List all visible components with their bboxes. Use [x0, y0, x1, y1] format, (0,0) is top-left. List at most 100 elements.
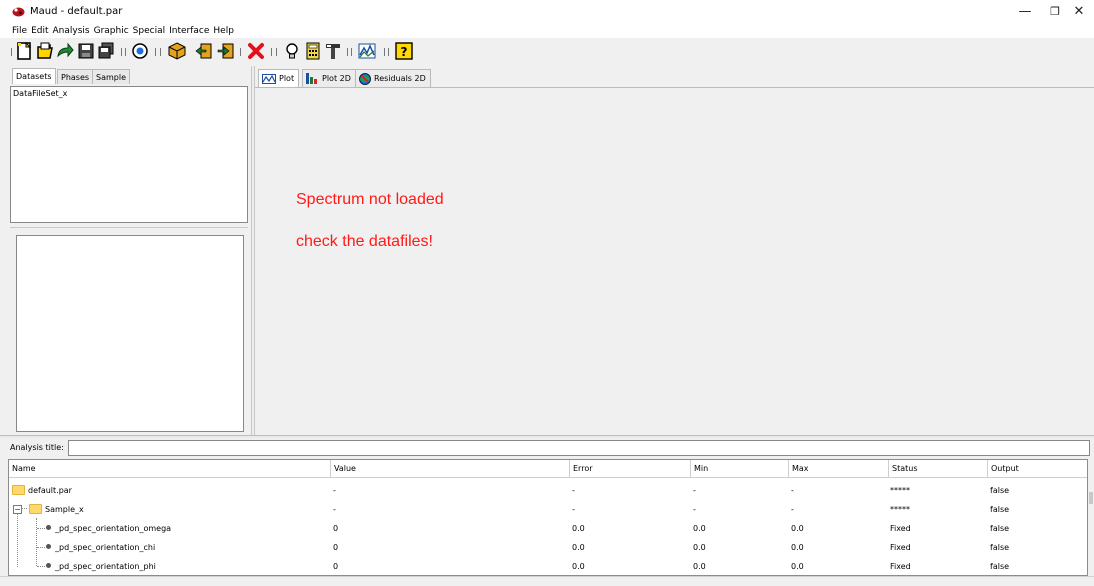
value-cell[interactable]: 0: [333, 538, 338, 557]
parameter-bullet-icon: [46, 544, 51, 549]
error-cell: -: [572, 486, 575, 495]
list-item[interactable]: DataFileSet_x: [13, 89, 67, 98]
table-row[interactable]: _pd_spec_orientation_chi 0 0.0 0.0 0.0 F…: [9, 538, 1087, 557]
radio-target-icon[interactable]: [131, 42, 149, 60]
name-cell: default.par: [12, 481, 72, 500]
tab-datasets[interactable]: Datasets: [12, 68, 56, 84]
datasets-list: DataFileSet_x: [10, 86, 248, 223]
status-cell[interactable]: Fixed: [890, 538, 911, 557]
menu-special[interactable]: Special: [131, 24, 167, 38]
output-cell[interactable]: false: [990, 519, 1009, 538]
table-row[interactable]: _pd_spec_orientation_omega 0 0.0 0.0 0.0…: [9, 519, 1087, 538]
tab-plot-2d[interactable]: Plot 2D: [302, 69, 356, 87]
name-cell: _pd_spec_orientation_chi: [46, 538, 155, 557]
max-cell[interactable]: 0.0: [791, 557, 804, 575]
name-cell: _pd_spec_orientation_phi: [46, 557, 156, 575]
new-file-icon[interactable]: [15, 42, 33, 60]
menu-edit[interactable]: Edit: [29, 24, 50, 38]
tab-residuals-2d[interactable]: Residuals 2D: [355, 69, 431, 87]
bar-chart-icon: [306, 73, 317, 84]
menu-help[interactable]: Help: [211, 24, 236, 38]
min-cell[interactable]: 0.0: [693, 538, 706, 557]
row-name: default.par: [28, 486, 72, 495]
tab-residuals-2d-label: Residuals 2D: [374, 73, 426, 83]
column-header-output[interactable]: Output: [988, 460, 1087, 478]
close-icon: ✕: [1073, 4, 1085, 19]
table-row[interactable]: _pd_spec_orientation_phi 0 0.0 0.0 0.0 F…: [9, 557, 1087, 575]
export-icon[interactable]: [217, 42, 235, 60]
value-cell: -: [333, 505, 336, 514]
delete-x-icon[interactable]: [247, 42, 265, 60]
value-cell: -: [333, 486, 336, 495]
menu-interface[interactable]: Interface: [167, 24, 211, 38]
output-cell: false: [990, 505, 1010, 514]
calculator-icon[interactable]: [304, 42, 322, 60]
hammer-icon[interactable]: [324, 42, 342, 60]
menu-graphic[interactable]: Graphic: [92, 24, 131, 38]
value-cell[interactable]: 0: [333, 557, 338, 575]
error-cell: 0.0: [572, 562, 585, 571]
max-cell[interactable]: 0.0: [791, 538, 804, 557]
output-cell[interactable]: false: [990, 538, 1009, 557]
close-button[interactable]: ✕: [1064, 3, 1094, 21]
minimize-icon: —: [1018, 4, 1032, 19]
column-header-name[interactable]: Name: [9, 460, 331, 478]
lightbulb-icon[interactable]: [283, 42, 301, 60]
menu-analysis[interactable]: Analysis: [51, 24, 92, 38]
plot-icon[interactable]: [358, 42, 376, 60]
folder-icon: [29, 503, 42, 514]
row-name: Sample_x: [45, 505, 84, 514]
menu-file[interactable]: File: [10, 24, 29, 38]
table-row[interactable]: default.par - - - - ***** false: [9, 481, 1087, 500]
min-cell[interactable]: 0.0: [693, 557, 706, 575]
table-scrollbar[interactable]: [1088, 478, 1094, 576]
restore-icon: ❐: [1050, 5, 1060, 18]
horizontal-splitter[interactable]: [0, 435, 1094, 438]
row-name: _pd_spec_orientation_omega: [55, 524, 172, 533]
open-folder-icon[interactable]: [36, 42, 54, 60]
output-cell: false: [990, 486, 1010, 495]
min-cell[interactable]: 0.0: [693, 519, 706, 538]
column-header-max[interactable]: Max: [789, 460, 889, 478]
tab-phases[interactable]: Phases: [57, 69, 94, 84]
status-cell[interactable]: Fixed: [890, 519, 911, 538]
parameter-table: Name Value Error Min Max Status Output d…: [8, 459, 1088, 576]
plot-area: [255, 87, 1094, 435]
column-header-value[interactable]: Value: [331, 460, 570, 478]
value-cell[interactable]: 0: [333, 519, 338, 538]
max-cell[interactable]: 0.0: [791, 519, 804, 538]
box-icon[interactable]: [168, 42, 186, 60]
collapse-toggle[interactable]: −: [13, 505, 22, 514]
maud-app-icon: [12, 7, 25, 17]
help-icon[interactable]: ?: [395, 42, 413, 60]
column-header-status[interactable]: Status: [889, 460, 988, 478]
minimize-button[interactable]: —: [1010, 3, 1040, 21]
parameter-bullet-icon: [46, 525, 51, 530]
save-all-icon[interactable]: [97, 42, 115, 60]
name-cell: _pd_spec_orientation_omega: [46, 519, 171, 538]
analysis-title-row: Analysis title:: [0, 439, 1094, 457]
error-cell: 0.0: [572, 543, 585, 552]
column-header-min[interactable]: Min: [691, 460, 789, 478]
error-cell: 0.0: [572, 524, 585, 533]
import-icon[interactable]: [195, 42, 213, 60]
tab-sample-label: Sample: [96, 73, 126, 82]
table-row[interactable]: − Sample_x - - - - ***** false: [9, 500, 1087, 519]
tab-plot[interactable]: Plot: [258, 69, 300, 87]
toolbar: ?: [0, 38, 1094, 66]
analysis-title-input[interactable]: [68, 440, 1090, 456]
refresh-arrow-icon[interactable]: [56, 42, 74, 60]
tab-sample[interactable]: Sample: [92, 69, 130, 84]
max-cell: -: [791, 505, 794, 514]
left-splitter[interactable]: [10, 227, 248, 229]
save-icon[interactable]: [77, 42, 95, 60]
plot-tab-icon: [262, 73, 276, 84]
spectrum-not-loaded-message: Spectrum not loaded: [296, 191, 444, 208]
output-cell[interactable]: false: [990, 557, 1009, 575]
tab-plot-2d-label: Plot 2D: [322, 73, 351, 83]
status-cell[interactable]: Fixed: [890, 557, 911, 575]
tab-datasets-label: Datasets: [16, 72, 52, 81]
column-header-error[interactable]: Error: [570, 460, 691, 478]
svg-text:?: ?: [401, 45, 408, 59]
window-title: Maud - default.par: [30, 6, 123, 17]
